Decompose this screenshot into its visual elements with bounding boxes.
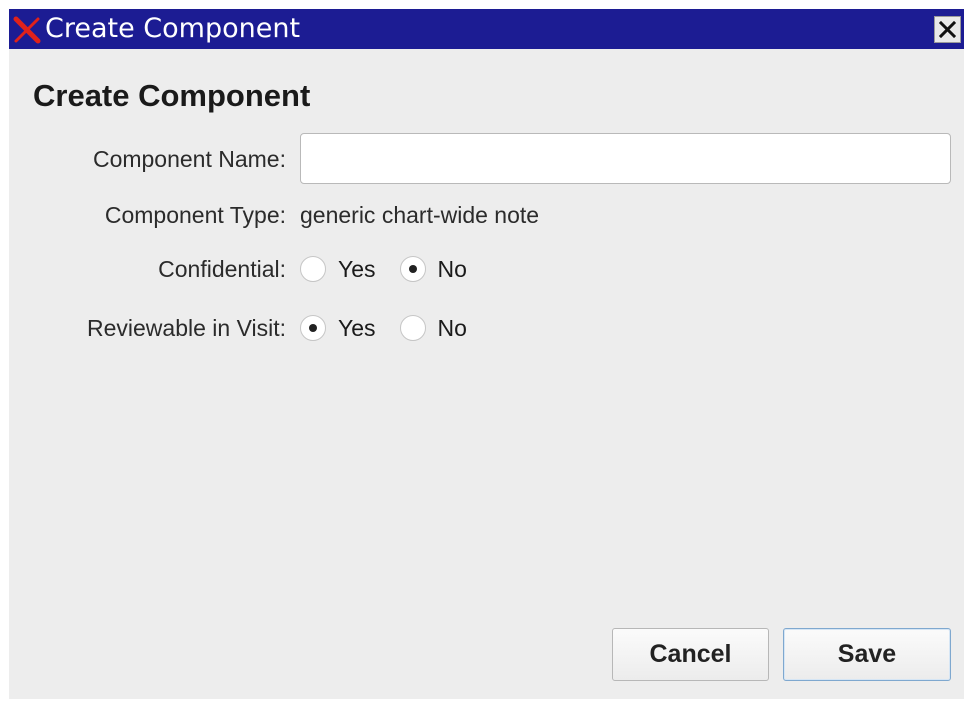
cancel-button[interactable]: Cancel bbox=[612, 628, 769, 681]
app-x-icon bbox=[13, 16, 41, 44]
confidential-radio-group: Yes No bbox=[300, 252, 491, 286]
confidential-label: Confidential: bbox=[158, 256, 286, 282]
confidential-yes-label: Yes bbox=[338, 256, 376, 282]
reviewable-yes-option[interactable]: Yes bbox=[300, 313, 376, 343]
window-titlebar[interactable]: Create Component bbox=[9, 9, 964, 49]
reviewable-no-label: No bbox=[437, 315, 467, 341]
reviewable-radio-group: Yes No bbox=[300, 311, 491, 345]
component-type-label: Component Type: bbox=[104, 202, 286, 228]
reviewable-label: Reviewable in Visit: bbox=[86, 315, 286, 341]
dialog-heading: Create Component bbox=[33, 78, 311, 113]
confidential-no-label: No bbox=[437, 256, 467, 282]
component-name-input[interactable] bbox=[300, 133, 951, 184]
confidential-no-option[interactable]: No bbox=[399, 254, 467, 284]
create-component-dialog: Create Component Create Component Compon… bbox=[9, 9, 964, 699]
save-button[interactable]: Save bbox=[783, 628, 951, 681]
close-window-button[interactable] bbox=[934, 16, 961, 43]
confidential-no-radio[interactable] bbox=[399, 256, 426, 282]
confidential-yes-radio[interactable] bbox=[300, 256, 326, 282]
window-title: Create Component bbox=[45, 13, 301, 44]
reviewable-no-option[interactable]: No bbox=[399, 313, 467, 343]
component-name-label: Component Name: bbox=[92, 146, 286, 172]
reviewable-yes-radio[interactable] bbox=[300, 315, 326, 341]
reviewable-yes-label: Yes bbox=[338, 315, 376, 341]
confidential-yes-option[interactable]: Yes bbox=[300, 254, 376, 284]
close-icon bbox=[939, 21, 956, 38]
reviewable-no-radio[interactable] bbox=[399, 315, 426, 341]
component-type-value: generic chart-wide note bbox=[300, 202, 540, 228]
